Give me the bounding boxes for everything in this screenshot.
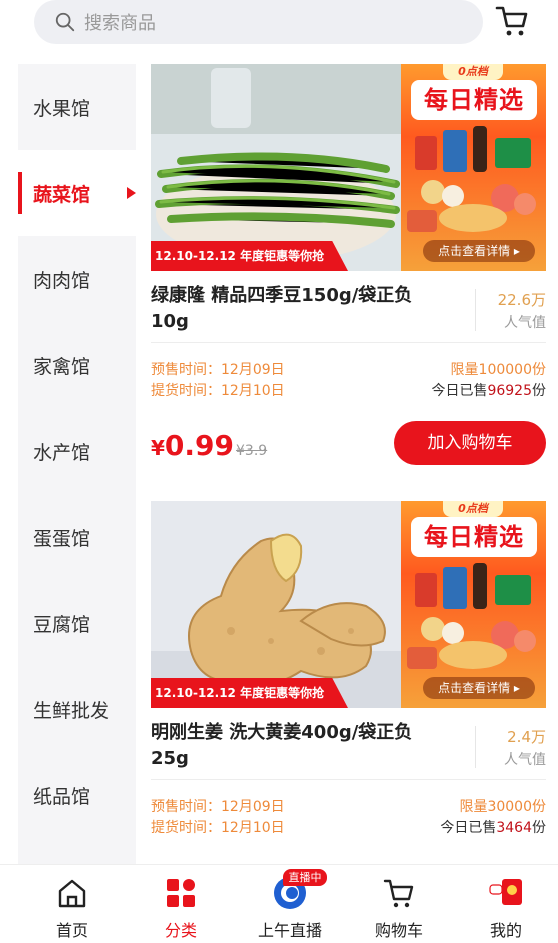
popularity: 22.6万 人气值 <box>475 289 546 331</box>
promo-title: 每日精选 <box>411 517 537 557</box>
sale-price: 0.99 <box>164 429 235 462</box>
cart-icon <box>383 879 414 908</box>
stock-info: 限量100000份 今日已售96925份 <box>431 360 546 402</box>
nav-label: 购物车 <box>374 921 423 940</box>
promo-title: 每日精选 <box>411 80 537 120</box>
view-details-button[interactable]: 点击查看详情 ▸ <box>423 677 535 699</box>
sidebar-item-fruit[interactable]: 水果馆 <box>18 64 136 150</box>
promo-ribbon: 12.10-12.12 年度钜惠等你抢 <box>151 241 348 271</box>
search-placeholder: 搜索商品 <box>84 13 156 34</box>
price: ¥0.99 ¥3.9 <box>151 429 267 462</box>
presale-time: 预售时间：12月09日 <box>151 362 285 378</box>
sidebar-item-label: 家禽馆 <box>33 355 91 378</box>
product-image[interactable]: 0点档 每日精选 点击查看详情 ▸ 12.10-12.12 年度钜惠等你抢 <box>151 501 546 708</box>
sidebar-item-label: 肉肉馆 <box>33 269 91 292</box>
sidebar-item-seafood[interactable]: 水产馆 <box>18 408 136 494</box>
nav-label: 上午直播 <box>257 921 322 940</box>
category-icon <box>167 879 195 907</box>
sidebar-item-tofu[interactable]: 豆腐馆 <box>18 580 136 666</box>
divider <box>151 342 546 343</box>
sold-prefix: 今日已售 <box>440 820 497 836</box>
product-card[interactable]: 0点档 每日精选 点击查看详情 ▸ 12.10-12.12 年度钜惠等你抢 绿康… <box>151 64 546 484</box>
green-beans-photo <box>151 64 401 271</box>
nav-label: 我的 <box>489 921 522 940</box>
popularity-value: 2.4万 <box>507 728 546 746</box>
pickup-time: 提货时间：12月10日 <box>151 820 285 836</box>
nav-label: 分类 <box>164 921 197 940</box>
ginger-photo <box>151 501 401 708</box>
sale-times: 预售时间：12月09日 提货时间：12月10日 <box>151 797 285 839</box>
sidebar-item-label: 蔬菜馆 <box>33 183 91 206</box>
promo-ribbon: 12.10-12.12 年度钜惠等你抢 <box>151 678 348 708</box>
product-name[interactable]: 绿康隆 精品四季豆150g/袋正负10g <box>151 283 441 335</box>
nav-profile[interactable]: 我的 <box>461 865 551 943</box>
sold-suffix: 份 <box>532 820 546 836</box>
bottom-navigation: 首页 分类 直播中 上午直播 购物车 我的 <box>0 864 558 943</box>
stock-info: 限量30000份 今日已售3464份 <box>440 797 546 839</box>
presale-time: 预售时间：12月09日 <box>151 799 285 815</box>
search-input[interactable]: 搜索商品 <box>34 0 483 44</box>
profile-icon <box>489 879 522 905</box>
nav-label: 首页 <box>55 921 88 940</box>
home-icon <box>58 879 86 908</box>
divider <box>151 779 546 780</box>
sidebar-item-eggs[interactable]: 蛋蛋馆 <box>18 494 136 580</box>
product-name[interactable]: 明刚生姜 洗大黄姜400g/袋正负25g <box>151 720 441 772</box>
product-card[interactable]: 0点档 每日精选 点击查看详情 ▸ 12.10-12.12 年度钜惠等你抢 明刚… <box>151 501 546 861</box>
limit-quantity: 限量30000份 <box>459 799 546 815</box>
popularity-label: 人气值 <box>504 752 546 768</box>
add-to-cart-button[interactable]: 加入购物车 <box>394 421 546 465</box>
top-bar: 搜索商品 <box>0 0 558 56</box>
view-details-button[interactable]: 点击查看详情 ▸ <box>423 240 535 262</box>
cart-icon[interactable] <box>494 4 530 38</box>
sold-suffix: 份 <box>532 383 546 399</box>
original-price: ¥3.9 <box>236 443 268 459</box>
sold-prefix: 今日已售 <box>431 383 488 399</box>
sold-count: 96925 <box>487 383 532 399</box>
nav-home[interactable]: 首页 <box>27 865 117 943</box>
sidebar-item-label: 蛋蛋馆 <box>33 527 91 550</box>
sidebar-item-label: 水果馆 <box>33 97 91 120</box>
currency-symbol: ¥ <box>151 436 165 460</box>
groceries-illustration <box>407 563 536 669</box>
live-badge: 直播中 <box>283 869 327 886</box>
promo-tag: 0点档 <box>443 501 503 517</box>
sidebar-item-poultry[interactable]: 家禽馆 <box>18 322 136 408</box>
sold-today: 今日已售96925份 <box>431 381 546 402</box>
sale-times: 预售时间：12月09日 提货时间：12月10日 <box>151 360 285 402</box>
groceries-illustration <box>407 126 536 232</box>
popularity-value: 22.6万 <box>497 291 546 309</box>
sidebar-item-meat[interactable]: 肉肉馆 <box>18 236 136 322</box>
nav-live[interactable]: 直播中 上午直播 <box>245 865 335 943</box>
sold-count: 3464 <box>496 820 532 836</box>
popularity-label: 人气值 <box>504 315 546 331</box>
daily-selection-banner[interactable]: 0点档 每日精选 点击查看详情 ▸ <box>401 501 546 708</box>
sidebar-item-label: 水产馆 <box>33 441 91 464</box>
nav-category[interactable]: 分类 <box>136 865 226 943</box>
sidebar-item-wholesale[interactable]: 生鲜批发 <box>18 666 136 752</box>
pickup-time: 提货时间：12月10日 <box>151 383 285 399</box>
sidebar-item-label: 豆腐馆 <box>33 613 91 636</box>
sold-today: 今日已售3464份 <box>440 818 546 839</box>
product-image[interactable]: 0点档 每日精选 点击查看详情 ▸ 12.10-12.12 年度钜惠等你抢 <box>151 64 546 271</box>
search-icon <box>55 12 75 32</box>
daily-selection-banner[interactable]: 0点档 每日精选 点击查看详情 ▸ <box>401 64 546 271</box>
sidebar-item-vegetable[interactable]: 蔬菜馆 <box>18 150 136 236</box>
popularity: 2.4万 人气值 <box>475 726 546 768</box>
caret-right-icon <box>127 187 136 199</box>
nav-cart[interactable]: 购物车 <box>354 865 444 943</box>
sidebar-item-label: 生鲜批发 <box>33 699 110 722</box>
limit-quantity: 限量100000份 <box>450 362 546 378</box>
promo-tag: 0点档 <box>443 64 503 80</box>
active-indicator <box>18 172 22 214</box>
sidebar-item-label: 纸品馆 <box>33 785 91 808</box>
sidebar-item-paper[interactable]: 纸品馆 <box>18 752 136 838</box>
category-sidebar: 水果馆 蔬菜馆 肉肉馆 家禽馆 水产馆 蛋蛋馆 豆腐馆 生鲜批发 纸品馆 <box>18 64 136 864</box>
